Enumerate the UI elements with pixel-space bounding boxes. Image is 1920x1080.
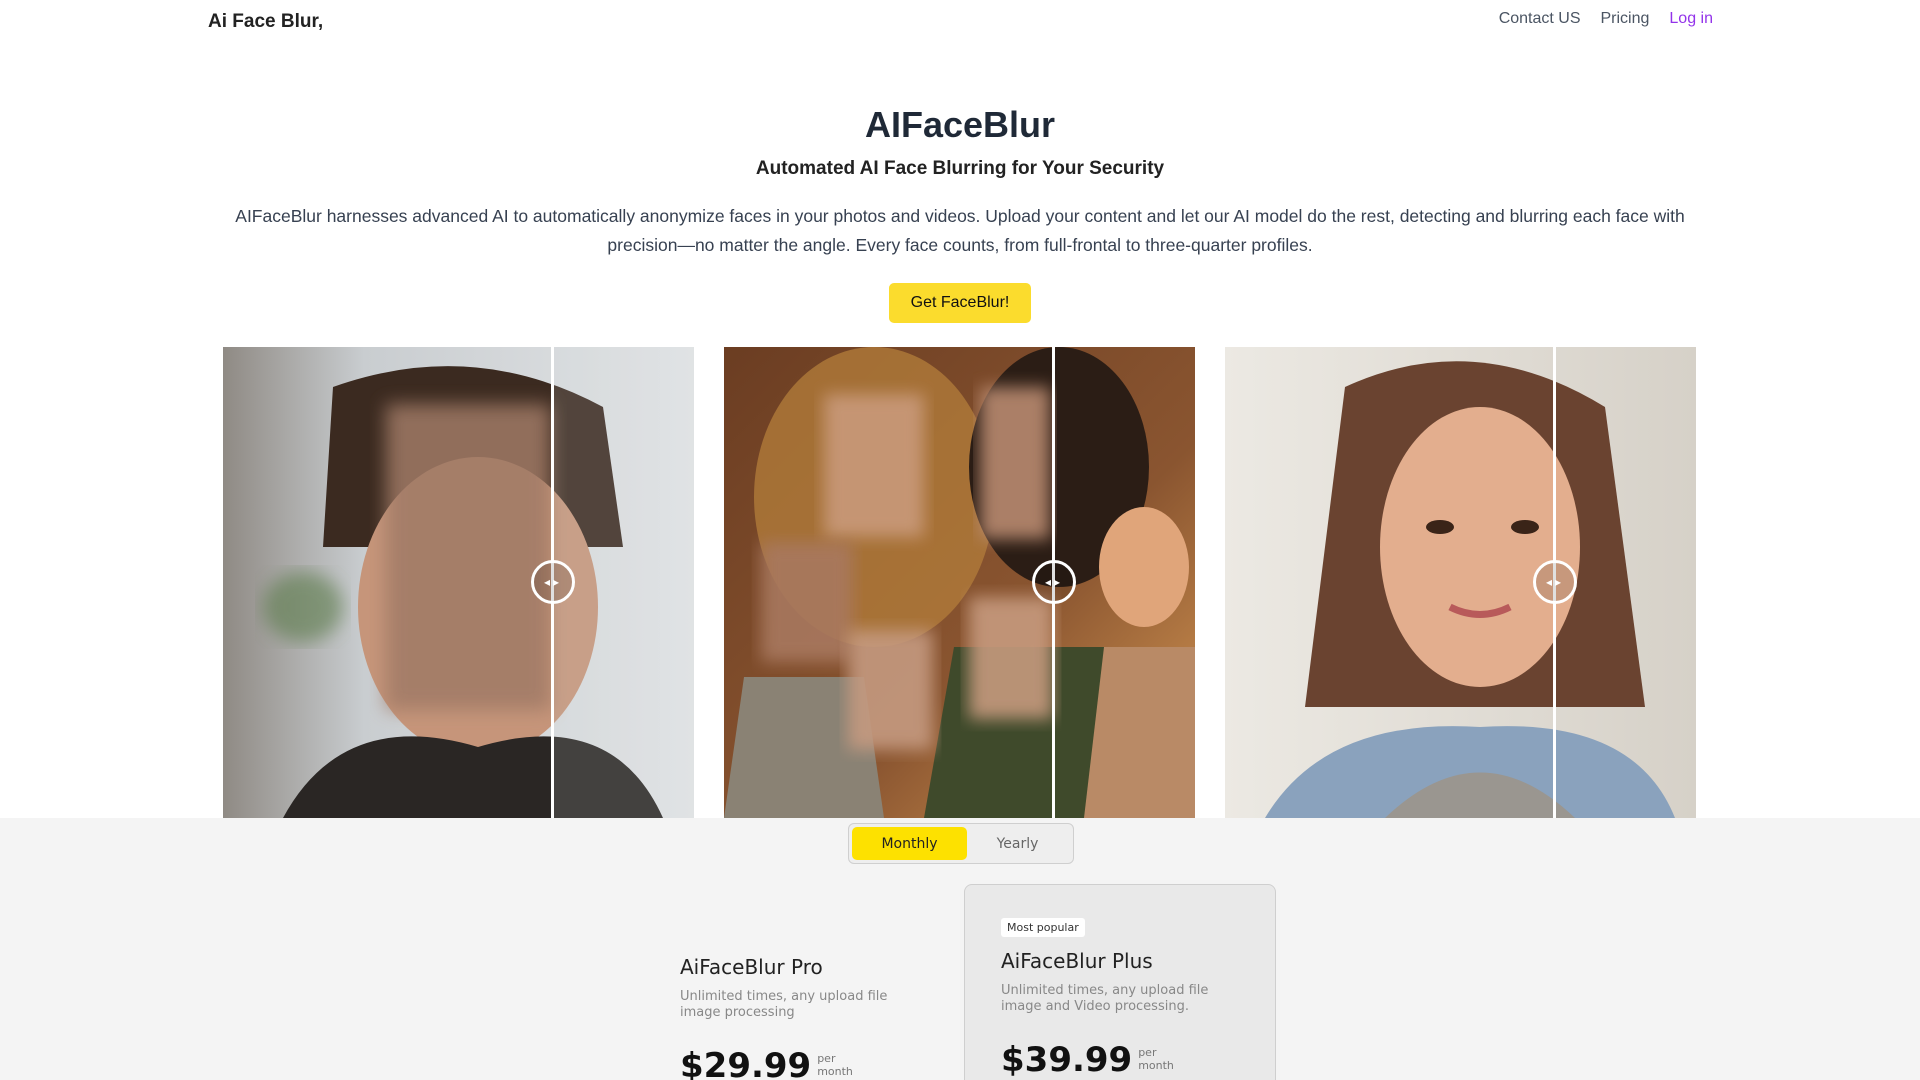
plan-description: Unlimited times, any upload file image p… — [680, 989, 888, 1020]
brand-logo[interactable]: Ai Face Blur, — [208, 11, 323, 33]
plan-price: $29.99 — [680, 1046, 812, 1080]
plan-period: per month — [817, 1052, 853, 1078]
compare-handle-icon[interactable]: ◂▸ — [1533, 560, 1577, 604]
nav-login-link[interactable]: Log in — [1669, 10, 1713, 28]
billing-toggle[interactable]: Monthly Yearly — [848, 823, 1074, 864]
plan-name: AiFaceBlur Pro — [680, 955, 823, 979]
site-header: Ai Face Blur, Contact US Pricing Log in — [0, 0, 1920, 42]
family-image — [724, 347, 1195, 818]
plan-plus-card: Most popular AiFaceBlur Plus Unlimited t… — [1001, 918, 1221, 1080]
plan-name: AiFaceBlur Plus — [1001, 949, 1153, 973]
plan-price: $39.99 — [1001, 1040, 1133, 1080]
plan-period: per month — [1138, 1046, 1174, 1072]
nav-contact-link[interactable]: Contact US — [1499, 10, 1581, 28]
comparison-slider-woman[interactable]: ◂▸ — [1225, 347, 1696, 818]
toggle-monthly[interactable]: Monthly — [852, 827, 967, 860]
compare-handle-icon[interactable]: ◂▸ — [531, 560, 575, 604]
plan-pro-card: AiFaceBlur Pro Unlimited times, any uplo… — [680, 955, 900, 1080]
toggle-yearly[interactable]: Yearly — [960, 827, 1075, 860]
comparison-slider-family[interactable]: ◂▸ — [724, 347, 1195, 818]
plan-description: Unlimited times, any upload file image a… — [1001, 983, 1209, 1014]
comparison-slider-man[interactable]: ◂▸ — [223, 347, 694, 818]
woman-portrait-image — [1225, 347, 1696, 818]
man-portrait-image — [223, 347, 694, 818]
page-title: AIFaceBlur — [864, 104, 1056, 145]
nav-pricing-link[interactable]: Pricing — [1601, 10, 1650, 28]
most-popular-badge: Most popular — [1001, 918, 1085, 937]
page-subtitle: Automated AI Face Blurring for Your Secu… — [755, 158, 1165, 179]
plan-price-row: $29.99 per month — [680, 1046, 900, 1080]
hero-description: AIFaceBlur harnesses advanced AI to auto… — [235, 206, 1685, 255]
compare-handle-icon[interactable]: ◂▸ — [1032, 560, 1076, 604]
get-faceblur-button[interactable]: Get FaceBlur! — [889, 283, 1031, 323]
plan-price-row: $39.99 per month — [1001, 1040, 1221, 1080]
top-nav: Contact US Pricing Log in — [1499, 10, 1713, 28]
